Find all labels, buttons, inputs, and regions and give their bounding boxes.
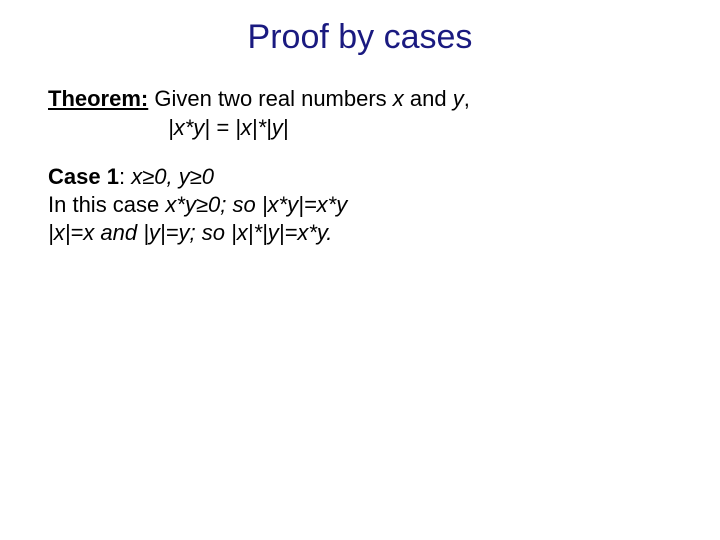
theorem-equation: |x*y| = |x|*|y| bbox=[48, 115, 672, 141]
case-1-line-2b: x*y≥0; so |x*y|=x*y bbox=[165, 192, 347, 217]
case-1-label: Case 1 bbox=[48, 164, 119, 189]
theorem-label: Theorem: bbox=[48, 86, 148, 111]
theorem-statement: Theorem: Given two real numbers x and y, bbox=[48, 85, 672, 113]
slide: Proof by cases Theorem: Given two real n… bbox=[0, 0, 720, 540]
case-1-header: Case 1: x≥0, y≥0 bbox=[48, 163, 672, 191]
theorem-text-mid: and bbox=[404, 86, 453, 111]
case-1-line-2: In this case x*y≥0; so |x*y|=x*y bbox=[48, 191, 672, 219]
case-1-block: Case 1: x≥0, y≥0 In this case x*y≥0; so … bbox=[48, 163, 672, 247]
theorem-text-1: Given two real numbers bbox=[148, 86, 393, 111]
theorem-var-x: x bbox=[393, 86, 404, 111]
theorem-var-y: y bbox=[453, 86, 464, 111]
case-1-line-3: |x|=x and |y|=y; so |x|*|y|=x*y. bbox=[48, 219, 672, 247]
theorem-text-after: , bbox=[464, 86, 470, 111]
case-1-condition: x≥0, y≥0 bbox=[131, 164, 214, 189]
case-1-line-2a: In this case bbox=[48, 192, 165, 217]
case-1-colon: : bbox=[119, 164, 131, 189]
slide-title: Proof by cases bbox=[48, 18, 672, 57]
